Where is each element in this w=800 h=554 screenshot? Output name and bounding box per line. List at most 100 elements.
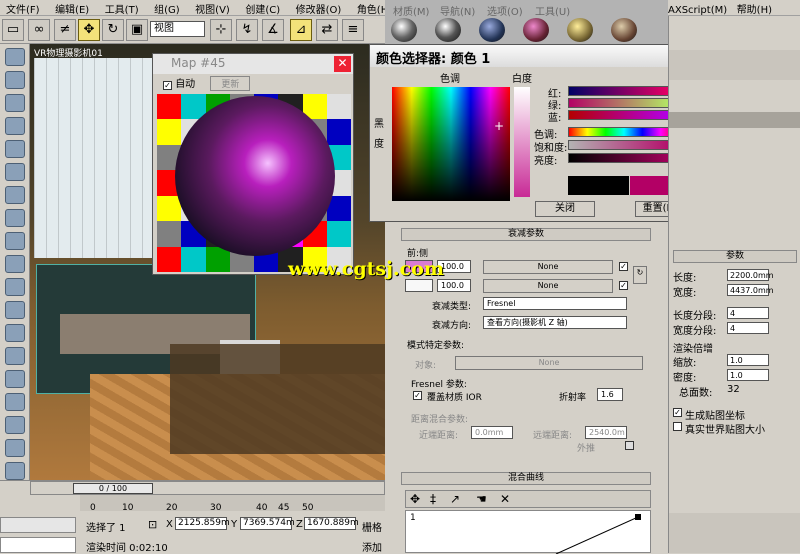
tool-icon-1[interactable] (4, 48, 25, 66)
ior-field[interactable]: 1.6 (597, 388, 623, 401)
move-icon[interactable]: ✥ (78, 19, 100, 41)
tool-icon-18[interactable] (4, 439, 25, 457)
close-icon[interactable]: ✕ (334, 56, 351, 72)
pivot-icon[interactable]: ⊹ (210, 19, 232, 41)
color-row-slider[interactable] (568, 127, 680, 137)
unlink-icon[interactable]: ≠ (54, 19, 76, 41)
falloff-type-select[interactable]: Fresnel (483, 297, 627, 310)
swap-colors-icon[interactable]: ↻ (633, 266, 647, 284)
align-icon[interactable]: ≡ (342, 19, 364, 41)
menu-tools[interactable]: 工具(T) (99, 0, 145, 17)
angle-snap-icon[interactable]: ∡ (262, 19, 284, 41)
y-coordinate-field[interactable]: 7369.574m (240, 517, 295, 530)
length-field[interactable]: 2200.0mm (727, 269, 774, 281)
close-button[interactable]: 关闭 (535, 201, 595, 217)
color-row-slider[interactable] (568, 110, 680, 120)
side-map-checkbox[interactable]: ✓ (619, 281, 628, 290)
percent-snap-icon[interactable]: ⊿ (290, 19, 312, 41)
front-map-button[interactable]: None (483, 260, 613, 274)
scale-icon[interactable]: ▣ (126, 19, 148, 41)
tool-icon-9[interactable] (4, 232, 25, 250)
link-icon[interactable]: ∞ (28, 19, 50, 41)
width-segs-field[interactable]: 4 (727, 322, 769, 334)
track-bar[interactable]: 0 10 20 30 40 45 50 (80, 495, 385, 513)
tool-icon-2[interactable] (4, 71, 25, 89)
snap-icon[interactable]: ↯ (236, 19, 258, 41)
maxscript-input[interactable] (0, 537, 76, 553)
front-map-checkbox[interactable]: ✓ (619, 262, 628, 271)
mat-menu-utilities[interactable]: 工具(U) (535, 3, 570, 18)
menu-modifiers[interactable]: 修改器(O) (290, 0, 348, 17)
extrapolate-checkbox[interactable] (625, 441, 634, 450)
menu-help[interactable]: 帮助(H) (737, 5, 772, 16)
mix-curve-rollout[interactable]: 混合曲线 (401, 472, 651, 485)
real-world-checkbox[interactable] (673, 422, 682, 431)
side-map-button[interactable]: None (483, 279, 613, 293)
mat-menu-options[interactable]: 选项(O) (487, 3, 523, 18)
near-distance-field[interactable]: 0.0mm (471, 426, 513, 439)
color-row-slider[interactable] (568, 86, 680, 96)
time-slider-track[interactable]: 0 / 100 (30, 481, 385, 495)
color-row-slider[interactable] (568, 153, 680, 163)
scale-point-icon[interactable]: ‡ (430, 492, 436, 506)
tool-icon-6[interactable] (4, 163, 25, 181)
add-point-icon[interactable]: ↗ (450, 492, 460, 506)
tool-icon-12[interactable] (4, 301, 25, 319)
falloff-direction-select[interactable]: 查看方向(摄影机 Z 轴) (483, 316, 627, 329)
gen-coords-checkbox[interactable]: ✓ (673, 408, 682, 417)
side-amount[interactable]: 100.0 (437, 279, 471, 292)
menu-views[interactable]: 视图(V) (189, 0, 236, 17)
tool-icon-19[interactable] (4, 462, 25, 480)
viewport-label[interactable]: VR物理摄影机01 (34, 46, 103, 59)
menu-file[interactable]: 文件(F) (0, 0, 46, 17)
mat-menu-material[interactable]: 材质(M) (393, 3, 429, 18)
params-rollout[interactable]: 参数 (673, 250, 797, 263)
tool-icon-7[interactable] (4, 186, 25, 204)
color-row-slider[interactable] (568, 98, 680, 108)
mat-menu-navigation[interactable]: 导航(N) (440, 3, 475, 18)
hand-icon[interactable]: ☚ (476, 492, 487, 506)
lock-icon[interactable]: ⊡ (148, 518, 157, 531)
move-point-icon[interactable]: ✥ (410, 492, 420, 506)
mix-curve-graph[interactable]: 1 (405, 510, 651, 554)
sample-slot-4[interactable] (523, 18, 549, 42)
auto-checkbox[interactable]: ✓ (163, 81, 172, 90)
menu-maxscript[interactable]: AXScript(M) (668, 5, 727, 16)
update-button[interactable]: 更新 (210, 76, 251, 91)
far-distance-field[interactable]: 2540.0m (585, 426, 627, 439)
rotate-icon[interactable]: ↻ (102, 19, 124, 41)
tool-icon-10[interactable] (4, 255, 25, 273)
time-slider[interactable]: 0 / 100 (73, 483, 153, 494)
sample-slot-1[interactable] (391, 18, 417, 42)
tool-icon-8[interactable] (4, 209, 25, 227)
sample-slot-2[interactable] (435, 18, 461, 42)
menu-edit[interactable]: 编辑(E) (49, 0, 95, 17)
tool-icon-11[interactable] (4, 278, 25, 296)
tool-icon-14[interactable] (4, 347, 25, 365)
sample-slot-5[interactable] (567, 18, 593, 42)
tool-icon-16[interactable] (4, 393, 25, 411)
menu-create[interactable]: 创建(C) (239, 0, 286, 17)
width-field[interactable]: 4437.0mm (727, 284, 774, 296)
viewport-nav-controls[interactable] (669, 513, 800, 553)
menu-group[interactable]: 组(G) (148, 0, 186, 17)
select-region-icon[interactable]: ▭ (2, 19, 24, 41)
whiteness-bar[interactable] (514, 87, 530, 197)
tool-icon-13[interactable] (4, 324, 25, 342)
tool-icon-5[interactable] (4, 140, 25, 158)
tool-icon-15[interactable] (4, 370, 25, 388)
add-time-tag[interactable]: 添加 (362, 539, 382, 554)
sample-slot-6[interactable] (611, 18, 637, 42)
scale-field[interactable]: 1.0 (727, 354, 769, 366)
hue-blackness-picker[interactable] (392, 87, 510, 201)
tool-icon-4[interactable] (4, 117, 25, 135)
sample-slot-3[interactable] (479, 18, 505, 42)
x-coordinate-field[interactable]: 2125.859m (175, 517, 230, 530)
mirror-icon[interactable]: ⇄ (316, 19, 338, 41)
side-color-swatch[interactable] (405, 279, 433, 292)
length-segs-field[interactable]: 4 (727, 307, 769, 319)
color-row-slider[interactable] (568, 140, 680, 150)
delete-point-icon[interactable]: ✕ (500, 492, 510, 506)
reference-coord-select[interactable]: 视图 (150, 21, 205, 37)
tool-icon-17[interactable] (4, 416, 25, 434)
